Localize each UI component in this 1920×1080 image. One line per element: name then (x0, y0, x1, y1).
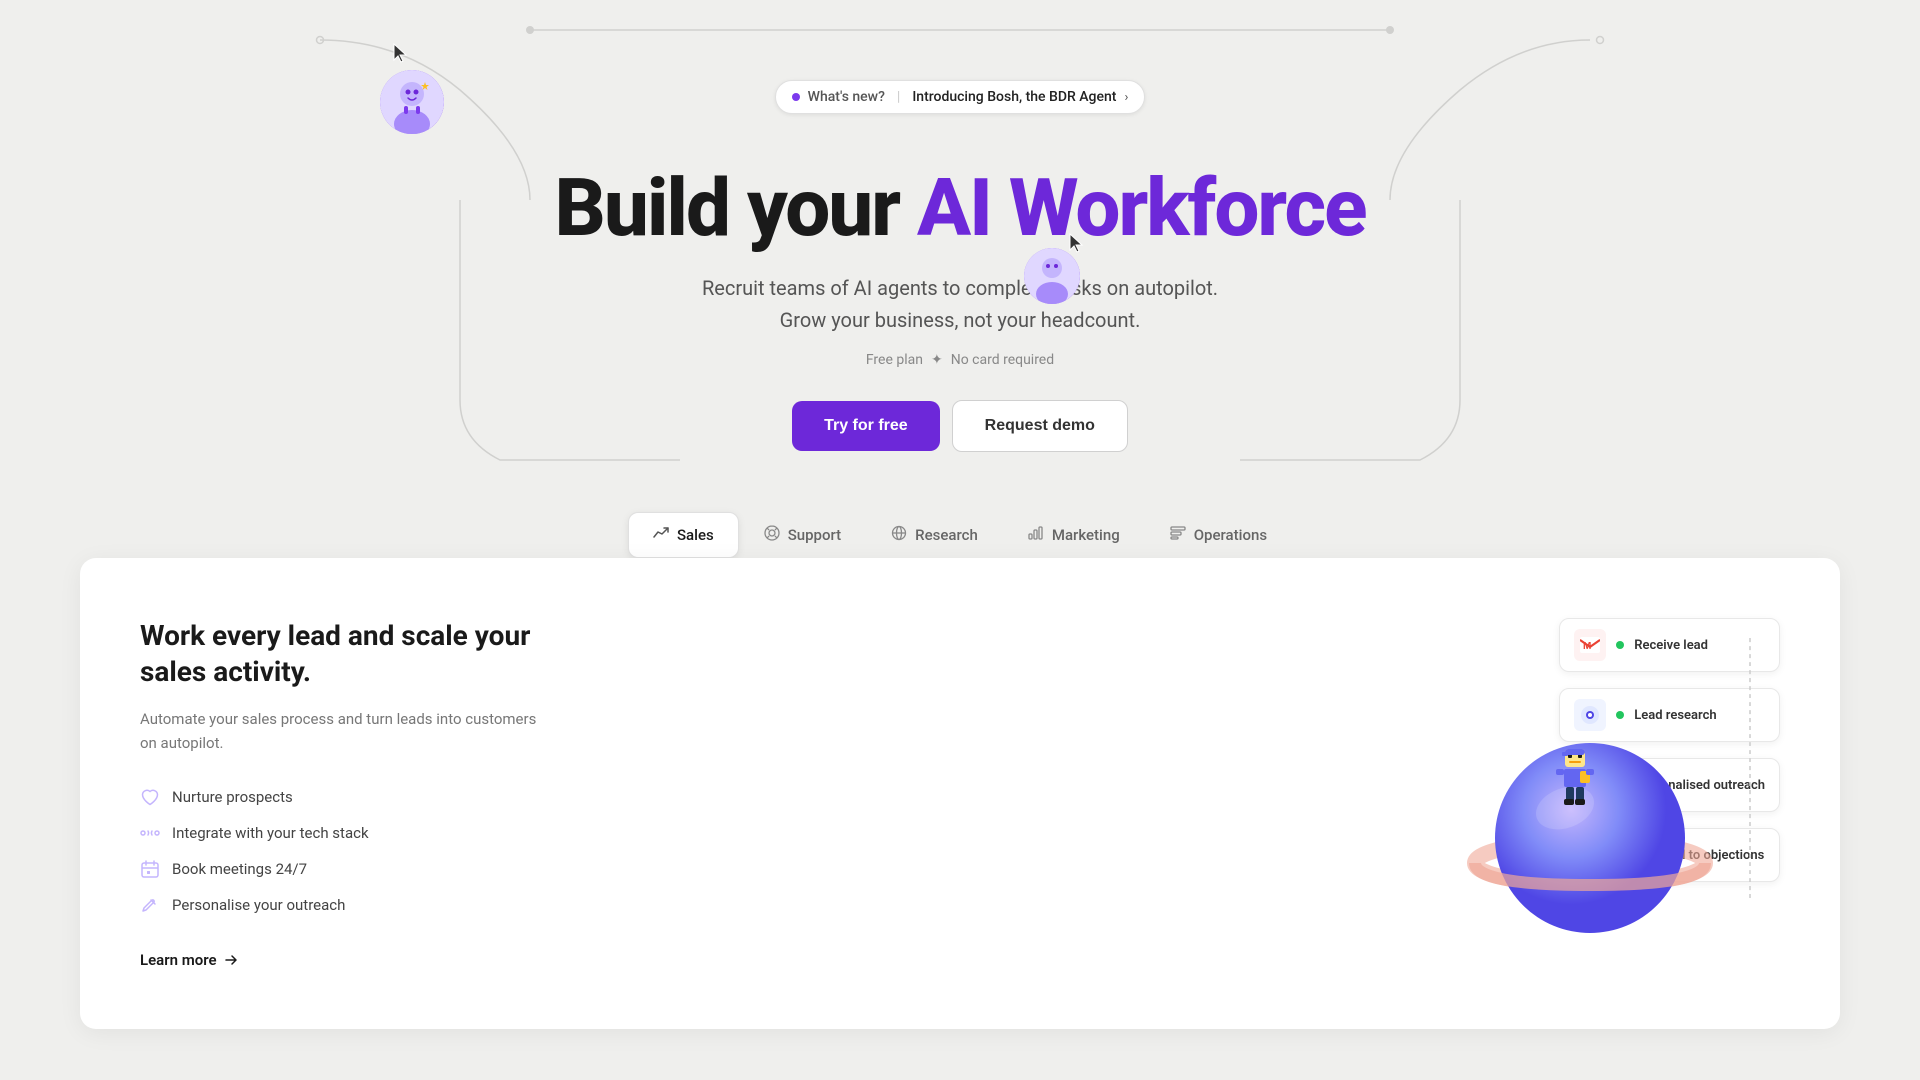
feature-meetings: Book meetings 24/7 (140, 859, 540, 879)
page-wrapper: What's new? | Introducing Bosh, the BDR … (0, 0, 1920, 1080)
feature-personalise-label: Personalise your outreach (172, 896, 345, 914)
hero-subtitle-line1: Recruit teams of AI agents to complete t… (702, 276, 1218, 300)
content-description: Automate your sales process and turn lea… (140, 707, 540, 755)
tab-research[interactable]: Research (866, 512, 1003, 558)
announcement-divider: | (897, 89, 900, 105)
feature-integrate: Integrate with your tech stack (140, 823, 540, 843)
tab-support[interactable]: Support (739, 512, 866, 558)
tab-operations[interactable]: Operations (1145, 512, 1292, 558)
request-demo-button[interactable]: Request demo (952, 400, 1128, 452)
hero-title-plain: Build your (554, 161, 899, 255)
learn-more-link[interactable]: Learn more (140, 951, 540, 969)
feature-nurture-label: Nurture prospects (172, 788, 293, 806)
sales-icon (653, 525, 669, 545)
content-right: M Receive lead (1280, 618, 1780, 938)
feature-personalise: Personalise your outreach (140, 895, 540, 915)
planet-svg (1460, 678, 1740, 958)
tab-marketing[interactable]: Marketing (1003, 512, 1145, 558)
announcement-arrow: › (1124, 90, 1128, 105)
feature-list: Nurture prospects Integrate with your te… (140, 787, 540, 915)
announcement-banner: What's new? | Introducing Bosh, the BDR … (0, 0, 1920, 144)
avatar-decoration-1 (380, 70, 444, 134)
tab-sales[interactable]: Sales (628, 512, 739, 558)
hero-meta-no-card: No card required (951, 352, 1054, 368)
tab-research-label: Research (915, 526, 978, 544)
announcement-link: Introducing Bosh, the BDR Agent (912, 89, 1116, 105)
learn-more-label: Learn more (140, 951, 217, 969)
sales-content-panel: Work every lead and scale your sales act… (80, 558, 1840, 1029)
feature-meetings-label: Book meetings 24/7 (172, 860, 307, 878)
content-left: Work every lead and scale your sales act… (140, 618, 540, 969)
try-for-free-button[interactable]: Try for free (792, 401, 940, 451)
hero-subtitle: Recruit teams of AI agents to complete t… (660, 272, 1260, 336)
flow-connector-line (1720, 618, 1780, 918)
whats-new-label: What's new? (808, 89, 885, 105)
learn-more-arrow (223, 952, 239, 968)
svg-text:M: M (1583, 641, 1591, 652)
tab-marketing-label: Marketing (1052, 526, 1120, 544)
tab-operations-label: Operations (1194, 526, 1267, 544)
operations-icon (1170, 525, 1186, 545)
tabs-nav: Sales Support (628, 512, 1292, 558)
receive-lead-label: Receive lead (1634, 638, 1708, 653)
hero-title: Build your AI Workforce (0, 164, 1920, 252)
announcement-dot (792, 93, 800, 101)
receive-lead-dot (1616, 641, 1624, 649)
hero-meta-separator: ✦ (931, 352, 943, 368)
pixel-character (1550, 749, 1600, 818)
hero-subtitle-line2: Grow your business, not your headcount. (780, 308, 1141, 332)
avatar-decoration-2 (1024, 248, 1080, 304)
hero-title-highlight: AI Workforce (917, 161, 1366, 255)
hero-section: Build your AI Workforce Recruit teams of… (0, 144, 1920, 492)
content-title: Work every lead and scale your sales act… (140, 618, 540, 691)
hero-meta-free-plan: Free plan (866, 352, 923, 368)
tab-sales-label: Sales (677, 526, 714, 544)
tabs-section: Sales Support (0, 512, 1920, 1029)
cta-buttons: Try for free Request demo (0, 400, 1920, 452)
gmail-icon: M (1574, 629, 1606, 661)
planet-illustration (1460, 678, 1720, 938)
announcement-pill[interactable]: What's new? | Introducing Bosh, the BDR … (775, 80, 1146, 114)
hero-meta: Free plan ✦ No card required (0, 352, 1920, 368)
tab-support-label: Support (788, 526, 841, 544)
feature-nurture: Nurture prospects (140, 787, 540, 807)
support-icon (764, 525, 780, 545)
feature-integrate-label: Integrate with your tech stack (172, 824, 369, 842)
research-icon (891, 525, 907, 545)
marketing-icon (1028, 525, 1044, 545)
